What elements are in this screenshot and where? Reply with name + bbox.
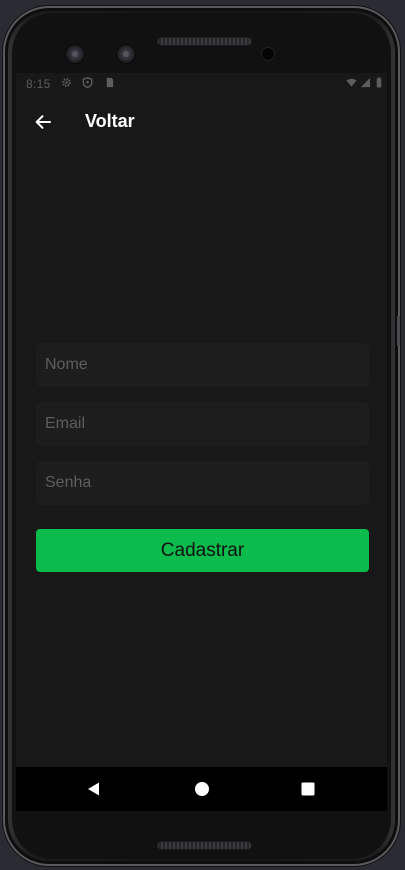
email-field[interactable] bbox=[36, 402, 369, 446]
register-button[interactable]: Cadastrar bbox=[36, 529, 369, 572]
front-camera-icon bbox=[117, 45, 135, 63]
nav-recents-icon bbox=[301, 782, 315, 796]
front-camera-icon bbox=[66, 45, 84, 63]
battery-icon bbox=[376, 77, 382, 88]
back-button[interactable] bbox=[29, 108, 57, 136]
nav-recents-button[interactable] bbox=[294, 775, 322, 803]
app-screen: 8:15 Voltar Cadas bbox=[16, 73, 387, 811]
proximity-sensor bbox=[262, 48, 274, 60]
signal-icon bbox=[360, 77, 371, 88]
gear-icon bbox=[62, 78, 71, 87]
nav-home-button[interactable] bbox=[188, 775, 216, 803]
nav-back-button[interactable] bbox=[80, 775, 108, 803]
system-nav-bar bbox=[16, 767, 387, 811]
nav-home-icon bbox=[195, 782, 209, 796]
earpiece-speaker bbox=[157, 37, 252, 46]
sim-card-icon bbox=[106, 77, 114, 88]
name-field[interactable] bbox=[36, 343, 369, 387]
shield-icon bbox=[82, 77, 93, 88]
arrow-left-icon bbox=[35, 115, 51, 129]
app-bar: Voltar bbox=[16, 95, 387, 151]
password-field[interactable] bbox=[36, 461, 369, 505]
appbar-title: Voltar bbox=[85, 111, 135, 131]
bottom-speaker bbox=[157, 841, 252, 850]
power-button bbox=[397, 316, 400, 346]
wifi-icon bbox=[346, 78, 357, 87]
nav-back-icon bbox=[88, 782, 99, 796]
status-time: 8:15 bbox=[26, 77, 51, 91]
status-bar: 8:15 bbox=[16, 73, 387, 95]
